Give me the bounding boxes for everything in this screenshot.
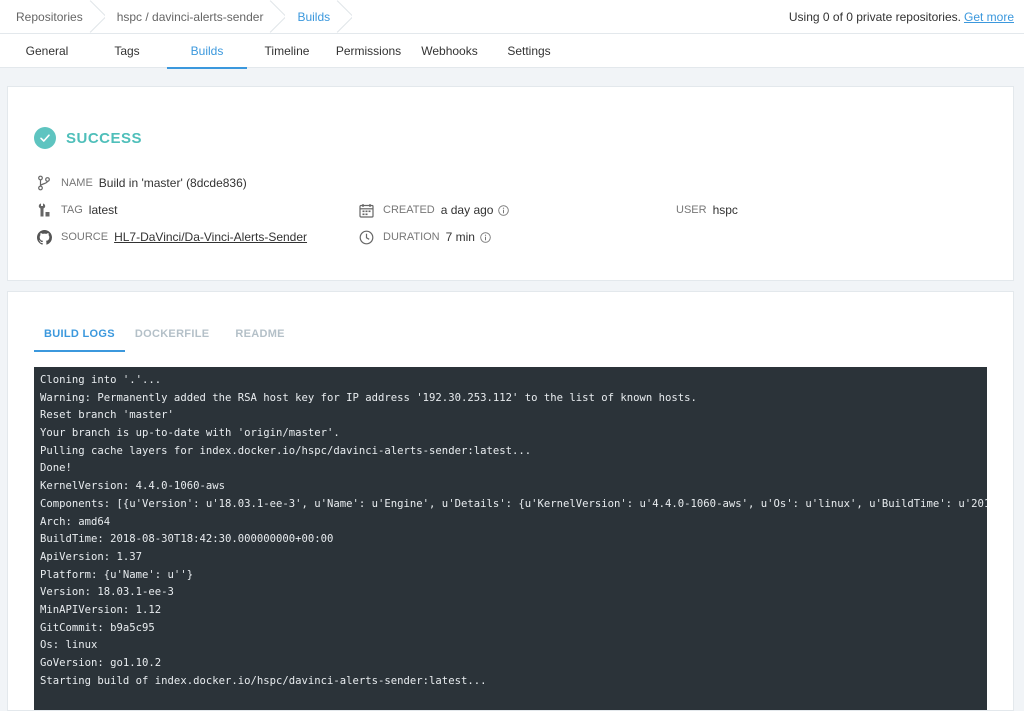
build-logs-card: BUILD LOGS DOCKERFILE README Cloning int… bbox=[7, 291, 1014, 711]
log-tabs: BUILD LOGS DOCKERFILE README bbox=[34, 322, 295, 352]
success-check-icon bbox=[34, 127, 56, 149]
log-line: GoVersion: go1.10.2 bbox=[40, 657, 162, 669]
log-line: Starting build of index.docker.io/hspc/d… bbox=[40, 674, 487, 687]
log-line: KernelVersion: 4.4.0-1060-aws bbox=[40, 480, 225, 493]
breadcrumb-repo[interactable]: hspc / davinci-alerts-sender bbox=[97, 0, 278, 34]
log-line: MinAPIVersion: 1.12 bbox=[40, 603, 162, 616]
build-duration: DURATION 7 min bbox=[358, 228, 491, 246]
tab-dockerfile[interactable]: DOCKERFILE bbox=[125, 322, 220, 352]
build-summary-card: SUCCESS NAME Build in 'master' (8dcde836… bbox=[7, 86, 1014, 281]
repo-tabs: General Tags Builds Timeline Permissions… bbox=[0, 34, 1024, 69]
duration-value: 7 min bbox=[445, 230, 475, 244]
tab-tags[interactable]: Tags bbox=[94, 34, 160, 68]
log-line: Cloning into '.'... bbox=[40, 374, 162, 386]
tab-timeline[interactable]: Timeline bbox=[247, 34, 327, 68]
build-user: USER hspc bbox=[676, 201, 738, 219]
user-value: hspc bbox=[712, 203, 738, 217]
log-line: Your branch is up-to-date with 'origin/m… bbox=[40, 427, 340, 440]
build-source: SOURCE HL7-DaVinci/Da-Vinci-Alerts-Sende… bbox=[36, 228, 307, 246]
tab-builds[interactable]: Builds bbox=[167, 34, 247, 69]
breadcrumb-label: Repositories bbox=[16, 9, 83, 24]
github-icon bbox=[36, 229, 52, 245]
build-tag: TAG latest bbox=[36, 201, 117, 219]
tag-key: TAG bbox=[61, 204, 83, 216]
log-line: Os: linux bbox=[40, 639, 98, 652]
calendar-icon bbox=[358, 202, 374, 218]
tag-value: latest bbox=[88, 203, 118, 217]
log-line: Reset branch 'master' bbox=[40, 409, 174, 422]
get-more-link[interactable]: Get more bbox=[964, 10, 1014, 24]
log-line: Warning: Permanently added the RSA host … bbox=[40, 391, 697, 404]
build-created: CREATED a day ago bbox=[358, 201, 510, 219]
created-value: a day ago bbox=[440, 203, 494, 217]
log-line: Pulling cache layers for index.docker.io… bbox=[40, 444, 532, 457]
log-line: BuildTime: 2018-08-30T18:42:30.000000000… bbox=[40, 533, 334, 546]
source-repo-link[interactable]: HL7-DaVinci/Da-Vinci-Alerts-Sender bbox=[114, 230, 307, 244]
wrench-icon bbox=[36, 202, 52, 218]
log-line: Done! bbox=[40, 462, 72, 475]
log-line: ApiVersion: 1.37 bbox=[40, 550, 143, 563]
info-icon[interactable] bbox=[480, 231, 491, 243]
name-key: NAME bbox=[61, 177, 93, 189]
breadcrumb-separator bbox=[89, 0, 105, 34]
log-line: Version: 18.03.1-ee-3 bbox=[40, 586, 174, 599]
user-key: USER bbox=[676, 204, 707, 216]
breadcrumb-separator bbox=[336, 0, 352, 34]
git-branch-icon bbox=[36, 175, 52, 191]
build-name: NAME Build in 'master' (8dcde836) bbox=[36, 174, 247, 192]
tab-webhooks[interactable]: Webhooks bbox=[410, 34, 489, 68]
duration-key: DURATION bbox=[383, 231, 440, 243]
breadcrumb-separator bbox=[269, 0, 285, 34]
created-key: CREATED bbox=[383, 204, 435, 216]
tab-readme[interactable]: README bbox=[225, 322, 294, 352]
log-line: Arch: amd64 bbox=[40, 515, 111, 528]
info-icon[interactable] bbox=[498, 204, 510, 216]
build-log-console[interactable]: Cloning into '.'... Warning: Permanently … bbox=[34, 367, 987, 710]
clock-icon bbox=[358, 229, 374, 245]
tab-general[interactable]: General bbox=[0, 34, 94, 68]
build-status: SUCCESS bbox=[34, 127, 142, 149]
log-line: Platform: {u'Name': u''} bbox=[40, 568, 194, 581]
private-repo-usage: Using 0 of 0 private repositories. Get m… bbox=[789, 0, 1014, 34]
status-label: SUCCESS bbox=[66, 129, 143, 147]
breadcrumb-repositories[interactable]: Repositories bbox=[0, 0, 97, 34]
log-line: Components: [{u'Version': u'18.03.1-ee-3… bbox=[40, 497, 987, 510]
breadcrumb-label: hspc / davinci-alerts-sender bbox=[116, 9, 264, 24]
tab-build-logs[interactable]: BUILD LOGS bbox=[34, 322, 125, 352]
log-line: GitCommit: b9a5c95 bbox=[40, 621, 155, 634]
tab-settings[interactable]: Settings bbox=[489, 34, 569, 68]
source-key: SOURCE bbox=[61, 231, 109, 243]
usage-text: Using 0 of 0 private repositories. bbox=[788, 10, 961, 24]
breadcrumb-builds[interactable]: Builds bbox=[277, 0, 344, 34]
breadcrumb: Repositories hspc / davinci-alerts-sende… bbox=[0, 0, 1024, 34]
name-value: Build in 'master' (8dcde836) bbox=[98, 176, 247, 190]
tab-permissions[interactable]: Permissions bbox=[327, 34, 410, 68]
breadcrumb-label: Builds bbox=[297, 9, 331, 24]
